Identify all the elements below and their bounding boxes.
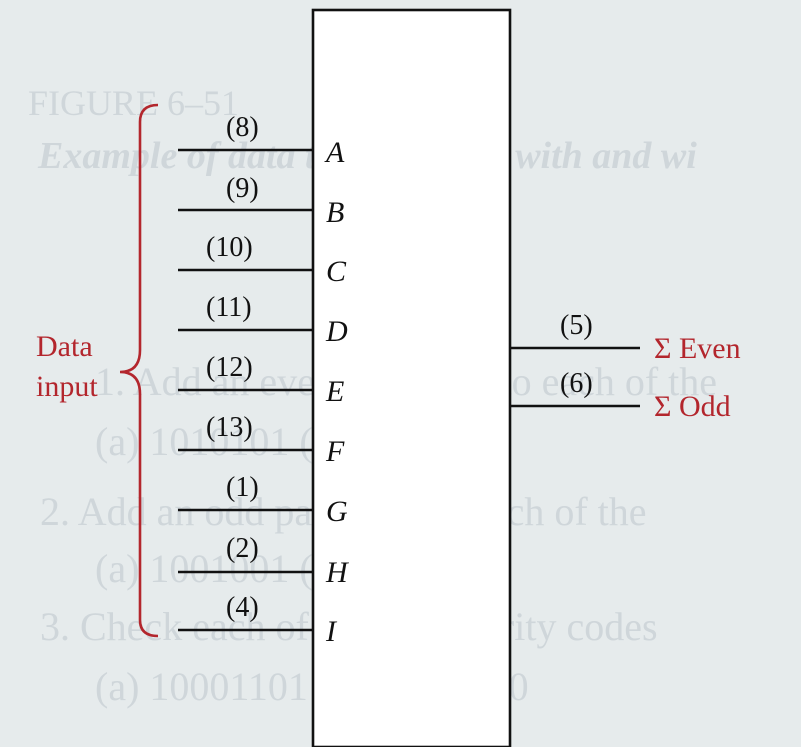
output-even: (5) Σ Even xyxy=(510,310,741,365)
input-pin-number: (10) xyxy=(206,232,253,263)
data-input-label-line-2: input xyxy=(36,370,98,403)
input-pin-number: (4) xyxy=(226,592,259,623)
input-letter: E xyxy=(325,375,344,408)
input-letter: H xyxy=(325,556,350,589)
output-label-odd: Σ Odd xyxy=(654,390,731,423)
input-letter: G xyxy=(326,495,348,528)
data-input-label-line-1: Data xyxy=(36,330,93,363)
input-pin-number: (13) xyxy=(206,412,253,443)
input-letter: A xyxy=(324,136,345,169)
diagram-canvas: FIGURE 6–51 Example of data transmission… xyxy=(28,8,741,747)
output-pin-number: (6) xyxy=(560,368,593,399)
bleed-figure-ref: FIGURE 6–51 xyxy=(28,83,239,123)
input-letter: D xyxy=(325,315,348,348)
input-pin-number: (1) xyxy=(226,472,259,503)
output-pin-number: (5) xyxy=(560,310,593,341)
input-letter: C xyxy=(326,255,347,288)
parity-generator-diagram: FIGURE 6–51 Example of data transmission… xyxy=(0,0,801,747)
output-label-even: Σ Even xyxy=(654,332,741,365)
input-pin-number: (9) xyxy=(226,173,259,204)
input-pin-number: (8) xyxy=(226,112,259,143)
input-pin-number: (2) xyxy=(226,533,259,564)
input-pin-number: (11) xyxy=(206,292,252,323)
input-pin-number: (12) xyxy=(206,352,253,383)
input-letter: F xyxy=(325,435,345,468)
input-letter: B xyxy=(326,196,344,229)
